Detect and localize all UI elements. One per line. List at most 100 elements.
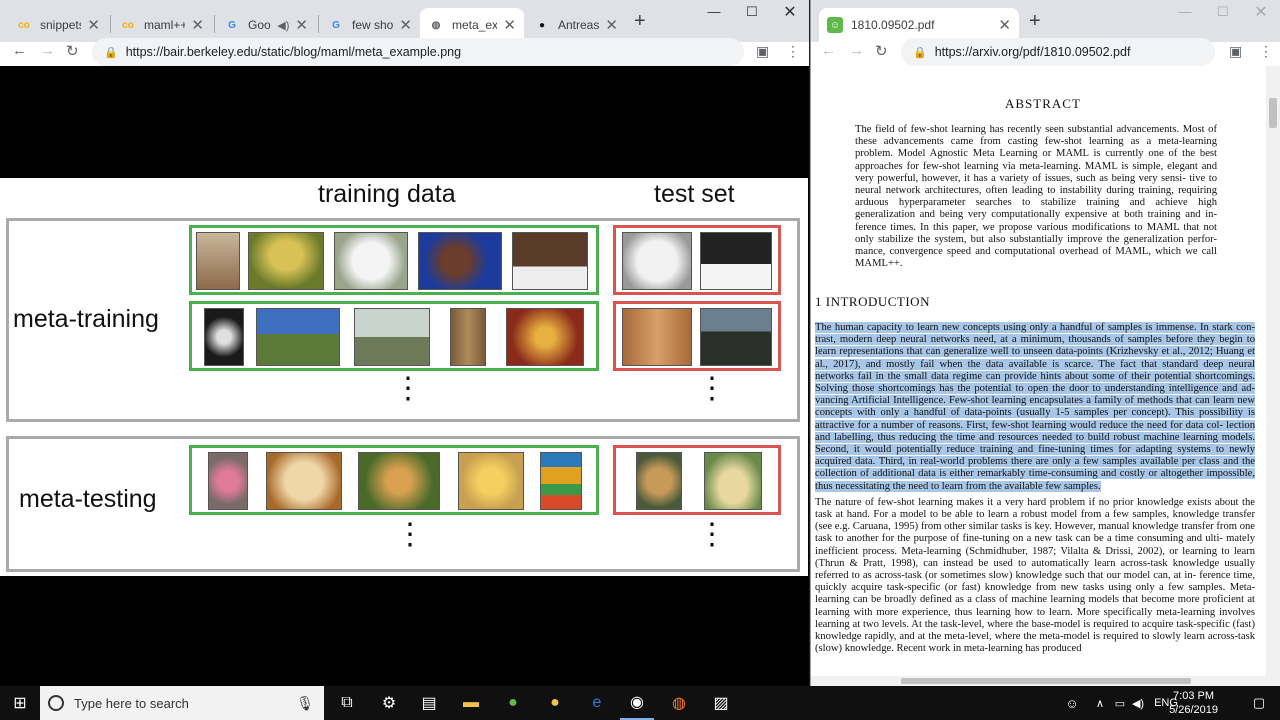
task-view-icon[interactable]: ⧉ [330,686,364,720]
tab-maml[interactable]: co maml++.ip ✕ [112,8,212,42]
more-tasks-dots: ⋮ [395,518,425,551]
tab-few-shot[interactable]: G few shot le ✕ [320,8,420,42]
tab-snippets[interactable]: co snippets.ip ✕ [8,8,108,42]
microphone-icon[interactable]: 🎙 [296,695,314,712]
close-icon[interactable]: ✕ [605,16,618,34]
menu-icon[interactable]: ⋮ [1259,43,1273,60]
colab-icon: co [18,19,30,31]
clock[interactable]: 7:03 PM 5/26/2019 [1169,689,1218,717]
volume-icon[interactable]: ◀) [1130,686,1146,720]
test-group [613,225,781,295]
training-group [189,301,599,371]
back-button[interactable]: ← [821,42,836,59]
people-icon[interactable]: ☺ [1060,686,1084,720]
settings-icon[interactable]: ⚙ [372,686,406,720]
browser-toolbar: ← → ↻ 🔒 https://bair.berkeley.edu/static… [0,38,809,66]
training-data-header: training data [318,180,456,208]
barrels-test-image [622,308,692,366]
text-line: (see e.g. Caruana, 1995) from other simi… [815,521,1240,533]
forward-button[interactable]: → [40,42,55,59]
image-viewer: training data test set meta-training ⋮ ⋮… [0,66,809,686]
training-group [189,225,599,295]
introduction-text: The human capacity to learn new concepts… [815,322,1255,659]
singer-image [418,232,502,290]
close-icon[interactable]: ✕ [503,16,516,34]
google-docs-icon: G [228,19,236,31]
windows-start-icon[interactable]: ⊞ [0,686,40,720]
more-tasks-dots: ⋮ [393,372,423,405]
new-tab-button[interactable]: + [1029,10,1041,33]
app-icon-green[interactable]: ● [496,686,530,720]
bowl-test-image [704,452,762,510]
close-icon[interactable]: ✕ [295,16,308,34]
store-icon[interactable]: ▤ [412,686,446,720]
tab-google-docs[interactable]: G Googl ◀) ✕ [216,8,316,42]
url-text: https://arxiv.org/pdf/1810.09502.pdf [934,45,1131,59]
horizontal-scrollbar[interactable] [811,676,1280,686]
cliff-image [256,308,340,366]
tab-strip: ☺ 1810.09502.pdf ✕ + — ☐ ✕ [811,0,1280,42]
knot-image [458,452,524,510]
text-line: MAML++. [855,258,903,270]
meta-learning-figure: training data test set meta-training ⋮ ⋮… [0,178,808,576]
network-icon[interactable]: ▭ [1112,686,1128,720]
close-window-button[interactable]: ✕ [1241,2,1280,22]
text-line: only stabilize the system, but also subs… [855,233,1217,245]
speaker-icon[interactable]: ◀) [277,19,289,32]
maximize-button[interactable]: ☐ [1203,4,1243,20]
reload-button[interactable]: ↻ [875,42,888,60]
tank-image [354,308,430,366]
more-tasks-dots: ⋮ [697,372,727,405]
close-icon[interactable]: ✕ [87,16,100,34]
browser-toolbar: ← → ↻ 🔒 https://arxiv.org/pdf/1810.09502… [811,38,1280,66]
pdf-viewer: ABSTRACT The field of few-shot learning … [811,66,1280,686]
chevron-up-icon[interactable]: ∧ [1092,686,1108,720]
scroll-thumb[interactable] [901,678,1191,684]
reload-button[interactable]: ↻ [66,42,79,60]
taskbar: ⊞ Type here to search 🎙 ⧉ ⚙ ▤ ▬ ● ● e ◉ … [0,686,1280,720]
edge-icon[interactable]: e [580,686,614,720]
vertical-scrollbar[interactable] [1266,66,1280,686]
lock-icon: 🔒 [913,46,927,59]
chrome-icon[interactable]: ◉ [620,686,654,720]
piano-image [512,232,588,290]
close-icon[interactable]: ✕ [399,16,412,34]
extension-icon[interactable]: ▣ [1229,43,1242,60]
menu-icon[interactable]: ⋮ [786,43,800,60]
tab-pdf[interactable]: ☺ 1810.09502.pdf ✕ [819,8,1019,42]
test-set-header: test set [654,180,735,208]
bird-image [204,308,244,366]
back-button[interactable]: ← [12,42,27,59]
forward-button[interactable]: → [849,42,864,59]
text-line: mance, convergence speed and computation… [855,246,1217,258]
bird-image [196,232,240,290]
close-window-button[interactable]: ✕ [770,2,809,22]
lion-test-image [636,452,682,510]
photos-icon[interactable]: ▨ [704,686,738,720]
minimize-button[interactable]: — [1165,4,1205,19]
dog-costume-image [208,452,248,510]
text-line: problem. Model Agnostic Meta Learning or… [855,148,1217,160]
firefox-icon[interactable]: ◍ [662,686,696,720]
new-tab-button[interactable]: + [634,10,646,33]
close-icon[interactable]: ✕ [998,16,1011,34]
tab-label: snippets.ip [40,18,81,32]
app-icon-yellow[interactable]: ● [538,686,572,720]
url-text: https://bair.berkeley.edu/static/blog/ma… [125,45,462,59]
scroll-thumb[interactable] [1269,98,1277,128]
text-line: networks fail in the small data regime c… [815,370,1255,382]
address-bar[interactable]: 🔒 https://bair.berkeley.edu/static/blog/… [92,38,744,66]
highlighted-paragraph[interactable]: The human capacity to learn new concepts… [815,322,1255,493]
address-bar[interactable]: 🔒 https://arxiv.org/pdf/1810.09502.pdf [901,38,1215,66]
notifications-icon[interactable]: ▢ [1244,686,1274,720]
tab-meta-example[interactable]: ◍ meta_exam ✕ [420,8,524,42]
file-explorer-icon[interactable]: ▬ [454,686,488,720]
close-icon[interactable]: ✕ [191,16,204,34]
golden-dog-image [266,452,342,510]
tab-github[interactable]: ● AntreasAnt ✕ [526,8,626,42]
extension-icon[interactable]: ▣ [756,43,769,60]
maximize-button[interactable]: ☐ [732,4,772,20]
tab-label: meta_exam [452,18,498,32]
taskbar-search[interactable]: Type here to search 🎙 [40,686,324,720]
minimize-button[interactable]: — [694,4,734,19]
